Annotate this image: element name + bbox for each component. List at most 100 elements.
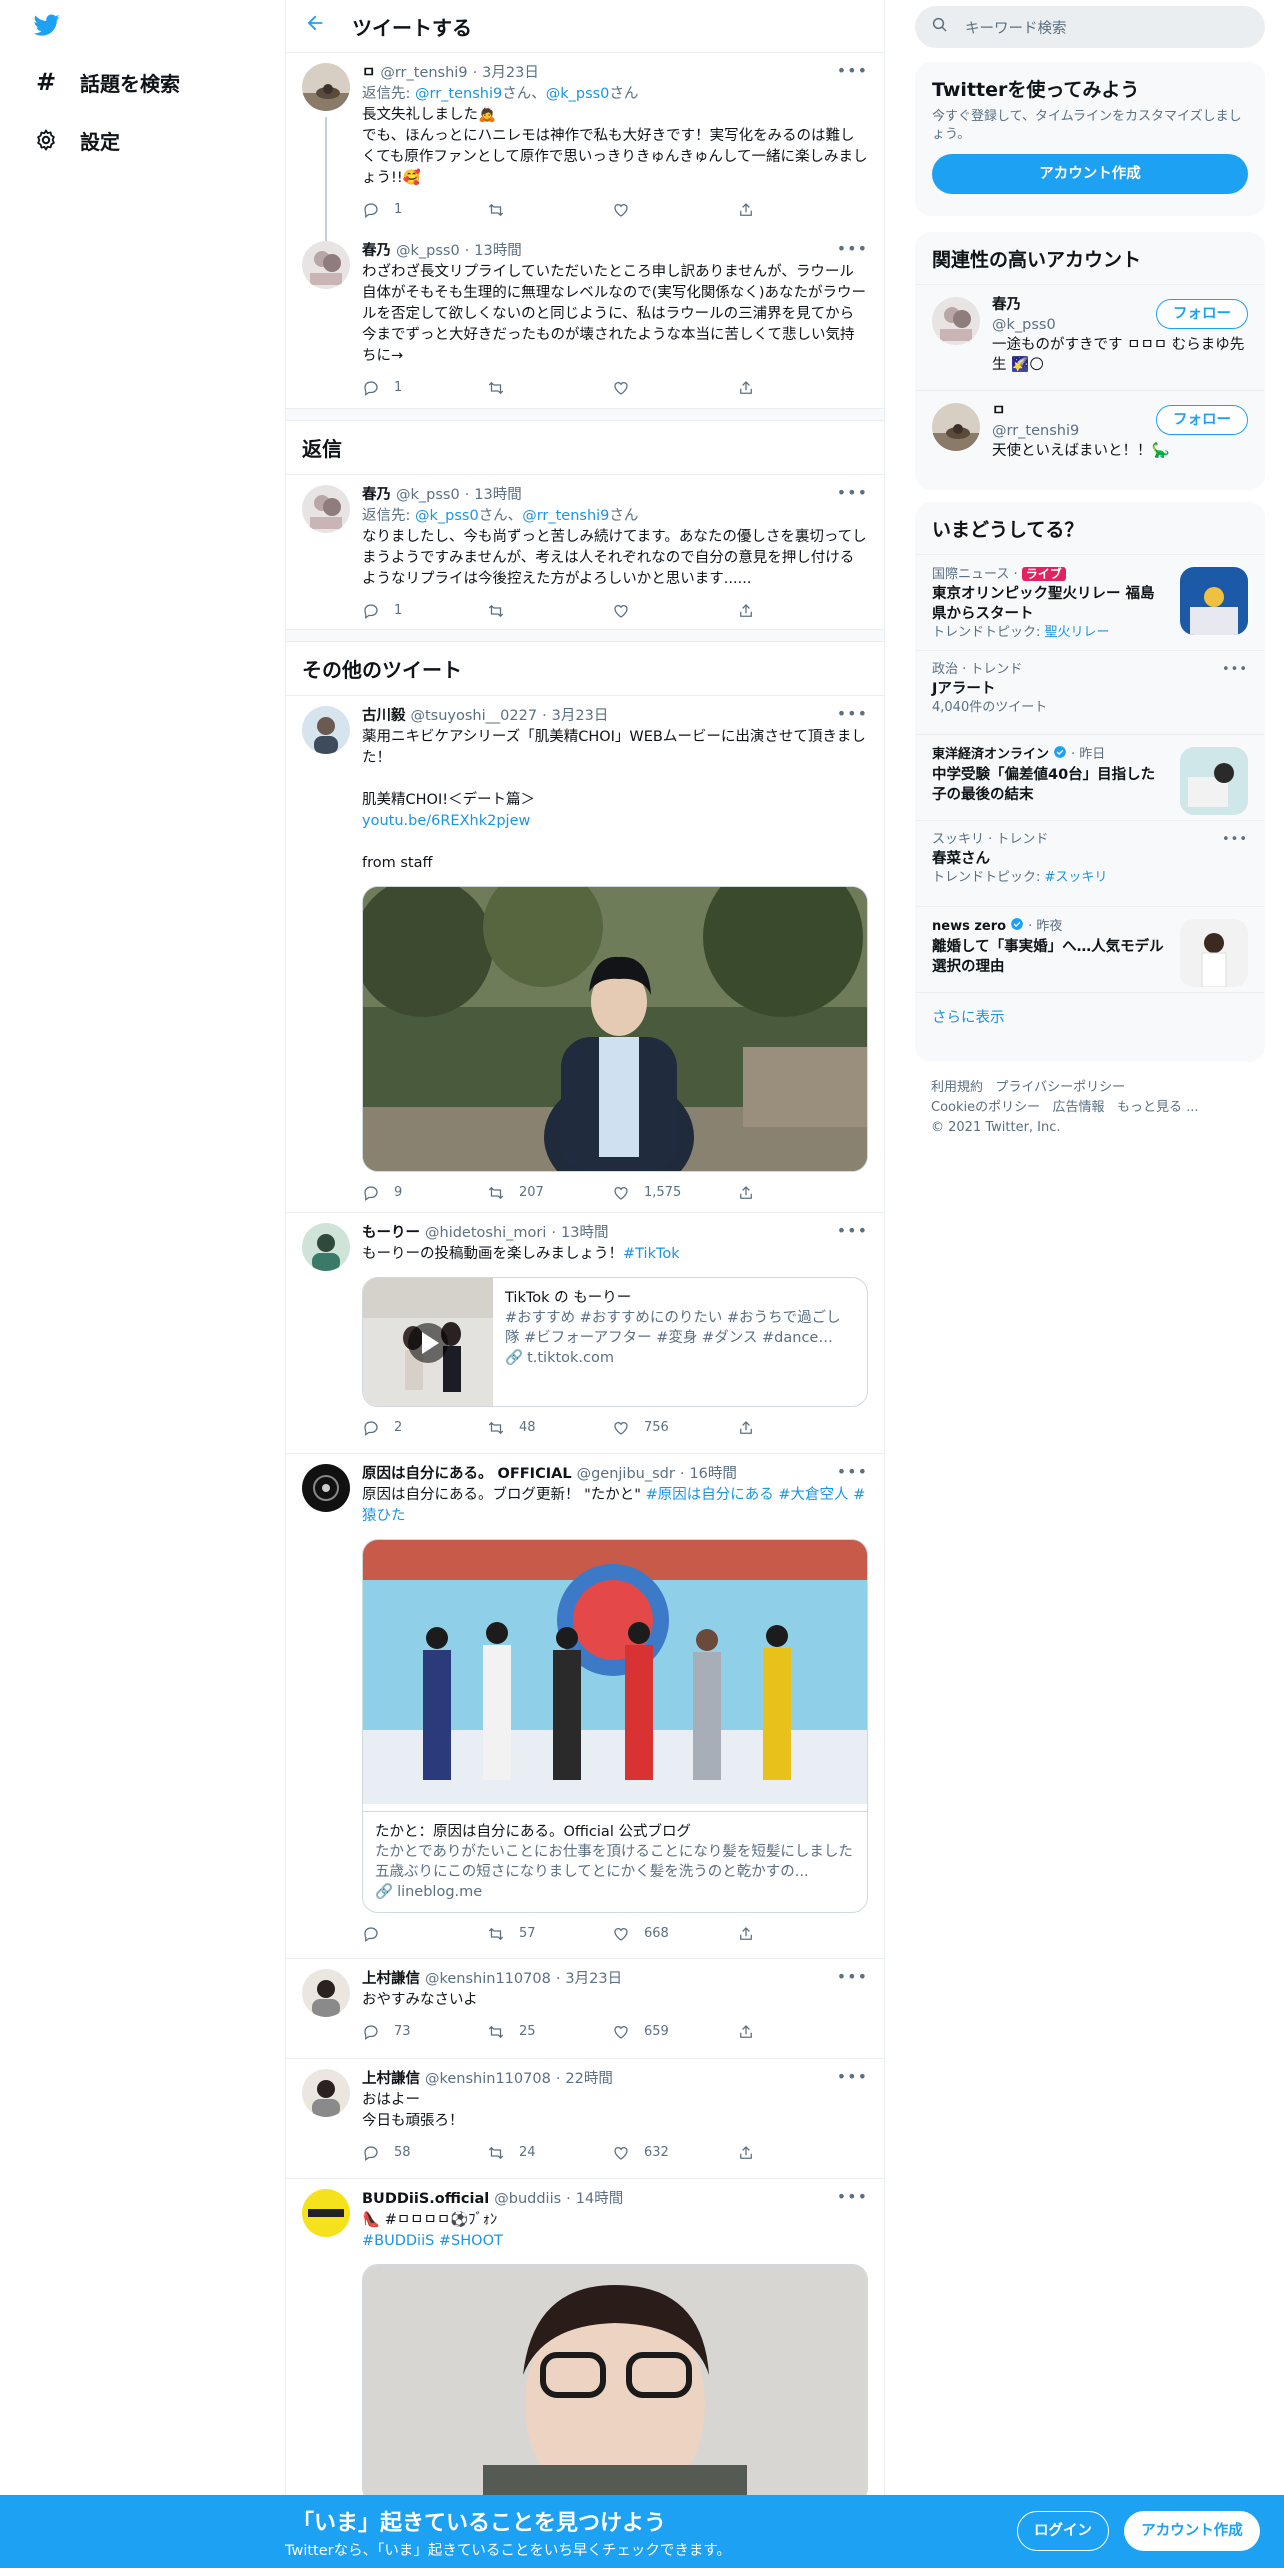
reply-button[interactable] xyxy=(362,1923,487,1944)
thread-tweet[interactable]: ••• 春乃 @k_pss0 · 13時間 わざわざ長文リプライしていただいたと… xyxy=(286,231,884,409)
avatar[interactable] xyxy=(302,1464,350,1512)
login-button[interactable]: ログイン xyxy=(1017,2511,1109,2551)
tweet-time[interactable]: 3月23日 xyxy=(482,63,539,84)
reply-button[interactable]: 2 xyxy=(362,1417,487,1438)
reply-tweet[interactable]: ••• 春乃 @k_pss0 · 13時間 返信先: @k_pss0さん、@rr… xyxy=(286,475,884,630)
follow-button[interactable]: フォロー xyxy=(1156,405,1248,435)
retweet-button[interactable]: 48 xyxy=(487,1417,612,1438)
more-options-icon[interactable]: ••• xyxy=(837,1221,868,1240)
more-options-icon[interactable]: ••• xyxy=(837,239,868,258)
trend-item[interactable]: 政治 · トレンド Jアラート 4,040件のツイート ••• xyxy=(916,650,1264,734)
tweet-time[interactable]: 13時間 xyxy=(474,485,521,506)
author-handle[interactable]: @rr_tenshi9 xyxy=(380,63,467,84)
tweet-time[interactable]: 13時間 xyxy=(474,241,521,262)
trend-item[interactable]: news zero · 昨夜 離婚して「事実婚」へ…人気モデル選択の理由 xyxy=(916,906,1264,992)
like-button[interactable]: 756 xyxy=(612,1417,737,1438)
avatar[interactable] xyxy=(302,63,350,111)
avatar[interactable] xyxy=(302,1969,350,2017)
more-options-icon[interactable]: ••• xyxy=(837,1967,868,1986)
other-tweet[interactable]: ••• もーりー @hidetoshi_mori · 13時間 もーりーの投稿動… xyxy=(286,1213,884,1454)
other-tweet[interactable]: ••• 上村謙信 @kenshin110708 · 3月23日 おやすみなさいよ… xyxy=(286,1959,884,2059)
trend-topic-link[interactable]: #スッキリ xyxy=(1045,870,1108,885)
trend-item[interactable]: スッキリ · トレンド 春菜さん トレンドトピック: #スッキリ ••• xyxy=(916,820,1264,906)
like-button[interactable]: 1,575 xyxy=(612,1182,737,1203)
more-options-icon[interactable]: ••• xyxy=(837,61,868,80)
signup-button[interactable]: アカウント作成 xyxy=(1124,2511,1260,2551)
link-card[interactable]: TikTok の もーりー #おすすめ #おすすめにのりたい #おうちで過ごし隊… xyxy=(362,1277,868,1407)
tweet-link[interactable]: youtu.be/6REXhk2pjew xyxy=(362,813,530,829)
author-handle[interactable]: @tsuyoshi__0227 xyxy=(411,706,538,727)
footer-link[interactable]: Cookieのポリシー xyxy=(931,1100,1040,1115)
reply-mention[interactable]: @rr_tenshi9 xyxy=(415,86,502,102)
retweet-button[interactable]: 57 xyxy=(487,1923,612,1944)
account-item[interactable]: 春乃 @k_pss0 一途ものがすきです ㅁㅁㅁ むらまゆ先生 🌠🌕 フォロー xyxy=(916,284,1264,390)
avatar[interactable] xyxy=(302,485,350,533)
retweet-button[interactable] xyxy=(487,377,612,398)
author-handle[interactable]: @genjibu_sdr xyxy=(577,1464,675,1485)
reply-button[interactable]: 1 xyxy=(362,377,487,398)
author-name[interactable]: 上村謙信 xyxy=(362,2069,420,2090)
retweet-button[interactable]: 207 xyxy=(487,1182,612,1203)
search-box[interactable]: キーワード検索 xyxy=(915,6,1265,48)
more-options-icon[interactable]: ••• xyxy=(837,1462,868,1481)
other-tweet[interactable]: ••• BUDDiiS.official @buddiis · 14時間 👠 #… xyxy=(286,2179,884,2504)
author-name[interactable]: 古川毅 xyxy=(362,706,406,727)
thread-tweet[interactable]: ••• ㅁ @rr_tenshi9 · 3月23日 返信先: @rr_tensh… xyxy=(286,53,884,241)
nav-settings[interactable]: 設定 xyxy=(32,120,120,160)
author-handle[interactable]: @k_pss0 xyxy=(396,485,460,506)
retweet-button[interactable] xyxy=(487,199,612,220)
share-button[interactable] xyxy=(737,377,862,398)
avatar[interactable] xyxy=(302,1223,350,1271)
author-handle[interactable]: @k_pss0 xyxy=(396,241,460,262)
footer-more-link[interactable]: もっと見る ... xyxy=(1117,1100,1199,1115)
tweet-time[interactable]: 14時間 xyxy=(576,2189,623,2210)
hashtag-link[interactable]: #TikTok xyxy=(623,1246,680,1262)
link-card[interactable]: たかと：原因は自分にある。Official 公式ブログ たかとでありがたいことに… xyxy=(362,1539,868,1913)
retweet-button[interactable]: 24 xyxy=(487,2142,612,2163)
author-name[interactable]: BUDDiiS.official xyxy=(362,2189,489,2210)
tweet-time[interactable]: 3月23日 xyxy=(552,706,609,727)
tweet-time[interactable]: 16時間 xyxy=(689,1464,736,1485)
footer-link[interactable]: プライバシーポリシー xyxy=(995,1080,1125,1095)
reply-button[interactable]: 9 xyxy=(362,1182,487,1203)
more-options-icon[interactable]: ••• xyxy=(837,704,868,723)
share-button[interactable] xyxy=(737,600,862,621)
like-button[interactable] xyxy=(612,600,737,621)
more-options-icon[interactable]: ••• xyxy=(837,2067,868,2086)
tweet-photo[interactable] xyxy=(362,2264,868,2504)
author-handle[interactable]: @buddiis xyxy=(494,2189,561,2210)
footer-link[interactable]: 利用規約 xyxy=(931,1080,983,1095)
tweet-time[interactable]: 13時間 xyxy=(561,1223,608,1244)
avatar[interactable] xyxy=(302,2189,350,2237)
other-tweet[interactable]: ••• 上村謙信 @kenshin110708 · 22時間 おはよー 今日も頑… xyxy=(286,2059,884,2179)
reply-mention[interactable]: @k_pss0 xyxy=(415,508,479,524)
show-more-item[interactable]: さらに表示 xyxy=(916,992,1264,1044)
author-name[interactable]: もーりー xyxy=(362,1223,420,1244)
author-handle[interactable]: @kenshin110708 xyxy=(425,1969,551,1990)
create-account-button[interactable]: アカウント作成 xyxy=(932,154,1248,194)
retweet-button[interactable]: 25 xyxy=(487,2021,612,2042)
avatar[interactable] xyxy=(302,2069,350,2117)
like-button[interactable]: 659 xyxy=(612,2021,737,2042)
back-arrow-icon[interactable] xyxy=(304,12,338,40)
tweet-time[interactable]: 22時間 xyxy=(565,2069,612,2090)
like-button[interactable] xyxy=(612,199,737,220)
show-more-link[interactable]: さらに表示 xyxy=(932,1010,1005,1026)
author-name[interactable]: 春乃 xyxy=(362,241,391,262)
like-button[interactable] xyxy=(612,377,737,398)
avatar[interactable] xyxy=(932,297,980,345)
author-name[interactable]: 上村謙信 xyxy=(362,1969,420,1990)
reply-mention[interactable]: @k_pss0 xyxy=(546,86,610,102)
more-options-icon[interactable]: ••• xyxy=(1222,831,1248,849)
like-button[interactable]: 668 xyxy=(612,1923,737,1944)
reply-button[interactable]: 1 xyxy=(362,600,487,621)
other-tweet[interactable]: ••• 原因は自分にある。 OFFICIAL @genjibu_sdr · 16… xyxy=(286,1454,884,1959)
author-handle[interactable]: @kenshin110708 xyxy=(425,2069,551,2090)
avatar[interactable] xyxy=(932,403,980,451)
hashtag-link[interactable]: #BUDDiiS #SHOOT xyxy=(362,2231,868,2252)
tweet-time[interactable]: 3月23日 xyxy=(565,1969,622,1990)
share-button[interactable] xyxy=(737,2021,862,2042)
account-item[interactable]: ㅁ @rr_tenshi9 天使といえばまいと！！🦕 フォロー xyxy=(916,390,1264,478)
nav-explore[interactable]: # 話題を検索 xyxy=(32,62,180,102)
share-button[interactable] xyxy=(737,2142,862,2163)
